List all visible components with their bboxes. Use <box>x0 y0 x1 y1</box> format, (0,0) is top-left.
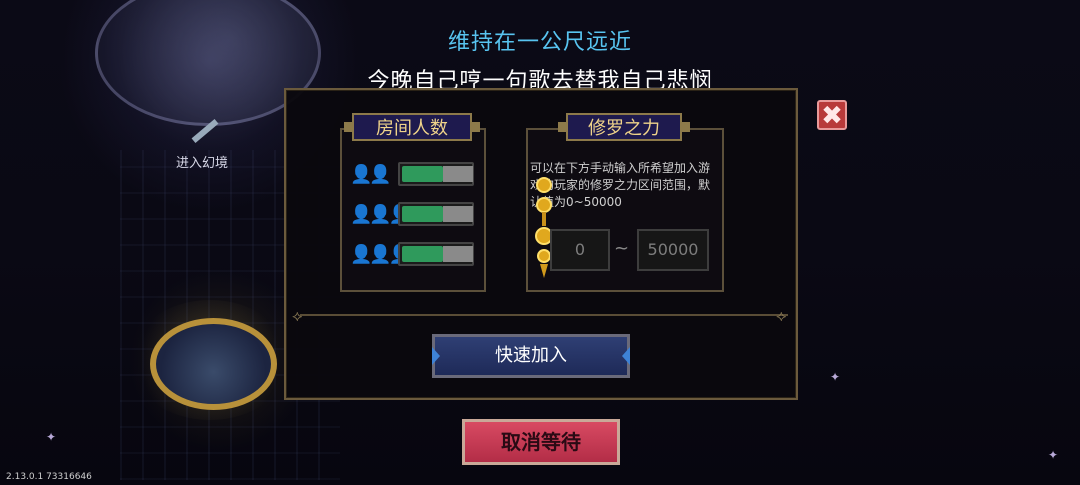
quick-join-button[interactable]: 快速加入 <box>432 334 630 378</box>
range-separator: ~ <box>614 238 630 259</box>
two-people-icon: 👤👤 <box>350 164 392 185</box>
lamp-object[interactable] <box>150 318 277 410</box>
room-toggle[interactable] <box>398 162 474 186</box>
toggle-fill <box>402 166 443 182</box>
room-option-row[interactable]: 👤👤👤👤 <box>350 240 480 270</box>
cancel-wait-button[interactable]: 取消等待 <box>462 419 620 465</box>
star-icon: ✦ <box>830 370 841 384</box>
room-toggle[interactable] <box>398 242 474 266</box>
toggle-knob[interactable] <box>443 166 473 182</box>
power-min-input[interactable]: 0 <box>550 229 610 271</box>
toggle-fill <box>402 206 443 222</box>
power-max-input[interactable]: 50000 <box>637 229 709 271</box>
room-option-row[interactable]: 👤👤 <box>350 160 480 190</box>
room-size-title: 房间人数 <box>344 113 480 141</box>
divider-ornament-icon: ⟡ <box>292 306 303 325</box>
room-toggle[interactable] <box>398 202 474 226</box>
close-button[interactable]: ✖ <box>817 100 847 130</box>
song-lyric-line-1: 维持在一公尺远近 <box>447 30 632 55</box>
power-range-description: 可以在下方手动输入所希望加入游戏的玩家的修罗之力区间范围，默认值为0~50000 <box>530 161 711 209</box>
room-option-row[interactable]: 👤👤👤 <box>350 200 480 230</box>
toggle-fill <box>402 246 443 262</box>
star-icon: ✦ <box>46 430 57 444</box>
divider-line <box>300 314 788 316</box>
divider-ornament-icon: ⟡ <box>776 306 787 325</box>
star-icon: ✦ <box>1048 448 1059 462</box>
toggle-knob[interactable] <box>443 206 473 222</box>
version-label: 2.13.0.1 73316646 <box>6 472 92 482</box>
toggle-knob[interactable] <box>443 246 473 262</box>
power-range-title: 修罗之力 <box>558 113 690 141</box>
portal-label[interactable]: 进入幻境 <box>176 152 228 171</box>
